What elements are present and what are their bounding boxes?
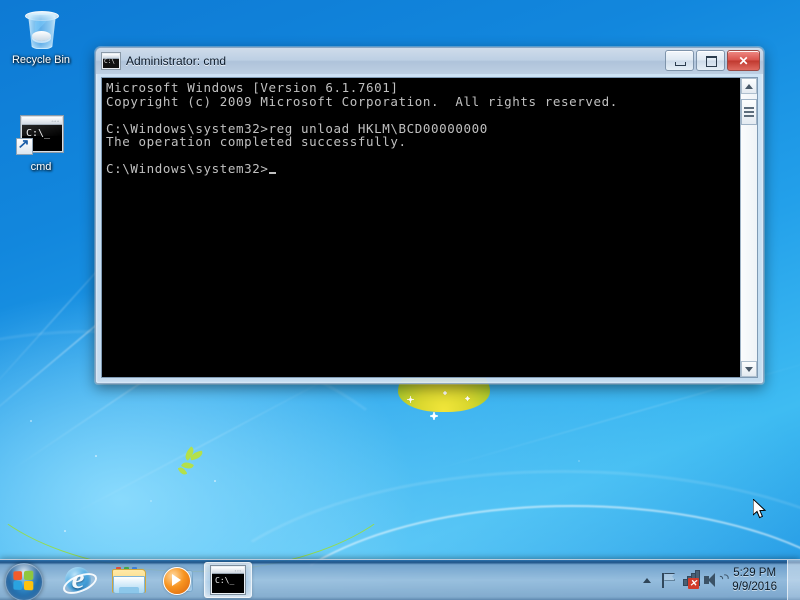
tray-icon-action-center[interactable] [658, 567, 680, 593]
recycle-bin-icon [2, 6, 80, 52]
scroll-up-button[interactable] [741, 78, 757, 94]
system-tray[interactable]: ✕ 5:29 PM 9/9/2016 [636, 560, 800, 600]
folder-icon [112, 567, 146, 594]
window-controls[interactable]: ✕ [665, 50, 760, 71]
clock[interactable]: 5:29 PM 9/9/2016 [724, 566, 785, 594]
show-hidden-icons-button[interactable] [636, 567, 658, 593]
console-scrollbar[interactable] [740, 78, 757, 377]
clock-time: 5:29 PM [733, 567, 777, 579]
desktop-icon-label: cmd [30, 161, 52, 173]
taskbar[interactable]: e ▫▫▫ C:\_ ✕ 5:29 PM 9/9/2016 [0, 559, 800, 600]
taskbar-button-windows-media-player[interactable] [154, 562, 202, 598]
taskbar-button-internet-explorer[interactable]: e [54, 562, 102, 599]
action-center-flag-icon [662, 572, 676, 588]
desktop-icon-label: Recycle Bin [11, 54, 71, 66]
console-cursor [268, 172, 276, 174]
clock-date: 9/9/2016 [732, 581, 777, 593]
volume-speaker-icon [704, 571, 731, 590]
windows-logo-icon [13, 570, 34, 591]
close-icon: ✕ [738, 53, 749, 68]
media-player-icon [163, 567, 193, 595]
taskbar-button-cmd[interactable]: ▫▫▫ C:\_ [204, 562, 252, 598]
cmd-icon: ▫▫▫ C:\_ [211, 566, 245, 594]
taskbar-button-windows-explorer[interactable] [104, 562, 152, 598]
cmd-icon: ▫▫▫ C:\_ [2, 113, 80, 159]
scroll-down-button[interactable] [741, 361, 757, 377]
window-icon-text: C:\ [104, 58, 115, 65]
taskbar-buttons[interactable]: e ▫▫▫ C:\_ [54, 562, 252, 599]
window-title: Administrator: cmd [126, 54, 227, 68]
console-area[interactable]: Microsoft Windows [Version 6.1.7601] Cop… [101, 77, 758, 378]
tray-icon-volume[interactable] [702, 567, 731, 593]
desktop-icon-cmd[interactable]: ▫▫▫ C:\_ cmd [2, 113, 80, 174]
chevron-up-icon [643, 577, 652, 583]
shortcut-overlay-icon [16, 138, 33, 155]
minimize-button[interactable] [665, 50, 694, 71]
desktop-icon-recycle-bin[interactable]: Recycle Bin [2, 6, 80, 67]
tray-icon-network[interactable]: ✕ [680, 567, 702, 593]
cmd-window[interactable]: C:\ Administrator: cmd ✕ Microsoft Windo… [95, 47, 764, 384]
show-desktop-button[interactable] [787, 560, 800, 600]
desktop[interactable]: Recycle Bin ▫▫▫ C:\_ cmd C:\ Administrat… [0, 0, 800, 600]
close-button[interactable]: ✕ [727, 50, 760, 71]
internet-explorer-icon: e [60, 564, 100, 599]
window-title-bar[interactable]: C:\ Administrator: cmd ✕ [96, 48, 763, 74]
console-output[interactable]: Microsoft Windows [Version 6.1.7601] Cop… [102, 78, 740, 377]
scrollbar-thumb[interactable] [741, 99, 757, 125]
maximize-button[interactable] [696, 50, 725, 71]
scrollbar-track[interactable] [741, 94, 757, 361]
console-lines: Microsoft Windows [Version 6.1.7601] Cop… [106, 80, 618, 176]
network-error-badge: ✕ [687, 578, 699, 589]
start-button[interactable] [2, 561, 46, 600]
window-icon-cmd-icon[interactable]: C:\ [102, 53, 120, 69]
network-disconnected-icon: ✕ [682, 570, 700, 589]
